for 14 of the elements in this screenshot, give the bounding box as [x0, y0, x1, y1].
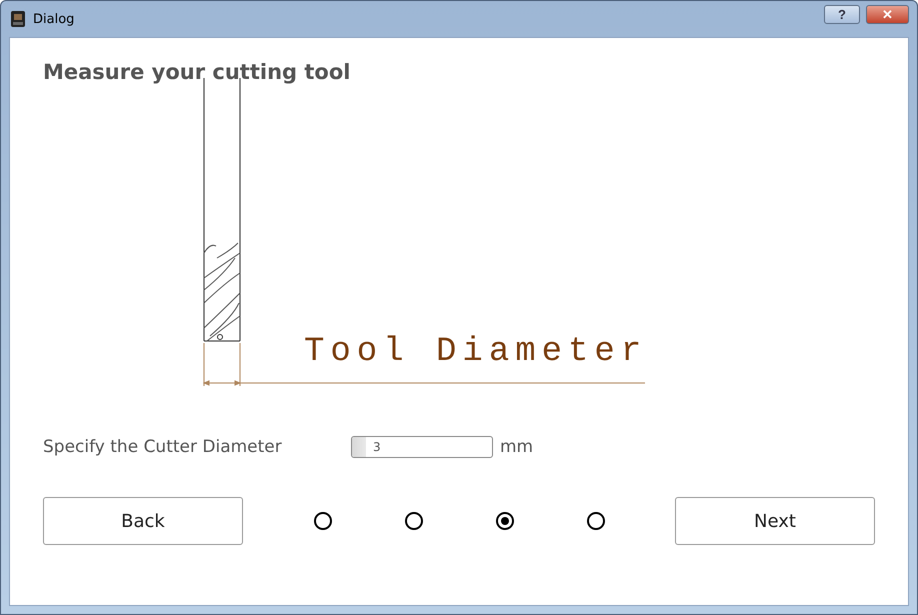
unit-label: mm [500, 437, 534, 457]
window-title: Dialog [33, 12, 76, 26]
diameter-field[interactable]: 3 [351, 436, 493, 458]
step-radio[interactable] [404, 512, 422, 530]
field-label: Specify the Cutter Diameter [43, 437, 283, 457]
help-button[interactable]: ? [824, 4, 860, 24]
step-radio[interactable] [496, 512, 514, 530]
heading: Measure your cutting tool [43, 60, 352, 84]
step-radio[interactable] [314, 512, 332, 530]
app-icon [9, 10, 27, 28]
back-button[interactable]: Back [43, 497, 243, 545]
step-radio[interactable] [586, 512, 604, 530]
dimension-label: Tool Diameter [304, 333, 648, 371]
next-button[interactable]: Next [675, 497, 875, 545]
